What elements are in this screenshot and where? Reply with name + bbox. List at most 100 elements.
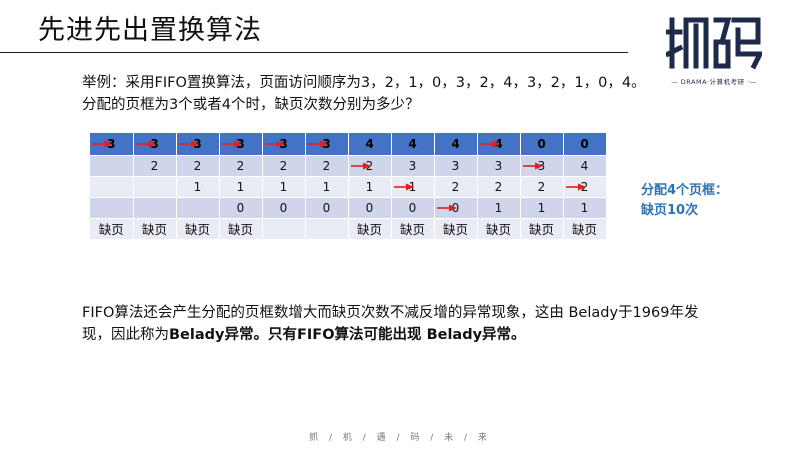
table-cell: 3 <box>305 133 349 156</box>
cell-value: 0 <box>580 136 589 151</box>
cell-value: 3 <box>408 158 417 173</box>
table-cell: 3 <box>219 133 263 156</box>
cell-value: 2 <box>494 179 503 194</box>
replace-arrow-icon <box>92 140 112 148</box>
cell-value: 2 <box>150 158 159 173</box>
table-cell <box>90 176 134 198</box>
frame-row-2: 2 2 2 2 2 2 3 3 3 3 4 <box>90 155 607 177</box>
cell-value: 2 <box>451 179 460 194</box>
logo-mark-icon <box>666 17 762 70</box>
table-cell: 1 <box>219 176 263 198</box>
side-note-line2: 缺页10次 <box>641 203 699 218</box>
cell-value: 2 <box>193 158 202 173</box>
table-cell: 3 <box>434 155 478 177</box>
cell-value: 缺页 <box>442 222 468 237</box>
cell-value: 2 <box>537 179 546 194</box>
question-text: 举例：采用FIFO置换算法，页面访问顺序为3，2，1，0，3，2，4，3，2，1… <box>82 75 646 113</box>
table-cell: 0 <box>305 197 349 219</box>
table-cell: 1 <box>563 197 607 219</box>
table-cell: 缺页 <box>434 218 478 240</box>
replace-arrow-icon <box>350 162 371 169</box>
cell-value: 0 <box>236 200 245 215</box>
page-fault-row: 缺页 缺页 缺页 缺页 缺页 缺页 缺页 缺页 缺页 缺页 <box>90 218 607 240</box>
side-note: 分配4个页框： 缺页10次 <box>641 181 728 221</box>
cell-value: 缺页 <box>141 222 167 237</box>
cell-value: 1 <box>279 179 288 194</box>
table-cell: 4 <box>434 133 478 156</box>
table-cell: 缺页 <box>391 218 435 240</box>
table-cell: 1 <box>391 176 435 198</box>
description-bold2: 只有FIFO算法可能出现 Belady异常。 <box>267 327 526 343</box>
table-cell: 0 <box>391 197 435 219</box>
footer: 抓 / 机 / 遇 / 码 / 未 / 来 <box>309 433 491 443</box>
cell-value: 2 <box>236 158 245 173</box>
table-cell: 1 <box>477 197 521 219</box>
replace-arrow-icon <box>178 140 199 148</box>
table-cell: 缺页 <box>90 218 134 240</box>
cell-value: 1 <box>494 200 503 215</box>
table-cell <box>90 155 134 177</box>
table-cell <box>90 197 134 219</box>
table-cell: 缺页 <box>477 218 521 240</box>
table-cell: 2 <box>477 176 521 198</box>
cell-value: 缺页 <box>571 222 597 237</box>
table-cell: 1 <box>305 176 349 198</box>
replace-arrow-icon <box>522 162 543 169</box>
cell-value: 1 <box>193 179 202 194</box>
table-cell: 缺页 <box>520 218 564 240</box>
cell-value: 1 <box>322 179 331 194</box>
replace-arrow-icon <box>264 140 285 148</box>
table-cell: 2 <box>305 155 349 177</box>
table-cell: 缺页 <box>348 218 392 240</box>
table-cell: 3 <box>90 133 134 156</box>
cell-value: 1 <box>236 179 245 194</box>
cell-value: 0 <box>537 136 546 151</box>
cell-value: 1 <box>537 200 546 215</box>
table-cell: 4 <box>391 133 435 156</box>
replace-arrow-icon <box>565 183 586 190</box>
table-cell: 缺页 <box>219 218 263 240</box>
cell-value: 0 <box>408 200 417 215</box>
logo: — DRAMA·计算机考研 ·— <box>658 12 770 90</box>
table-cell: 缺页 <box>133 218 177 240</box>
table-cell: 缺页 <box>563 218 607 240</box>
frame-row-3: 1 1 1 1 1 1 2 2 2 2 <box>90 176 607 198</box>
cell-value: 缺页 <box>184 222 210 237</box>
replace-arrow-icon <box>135 140 156 148</box>
table-cell: 3 <box>176 133 220 156</box>
table-cell: 1 <box>348 176 392 198</box>
cell-value: 缺页 <box>356 222 382 237</box>
cell-value: 4 <box>451 136 460 151</box>
table-cell: 0 <box>520 133 564 156</box>
page-frame-table: 3333334444002222223333411111122220000001… <box>90 133 607 240</box>
table-cell: 2 <box>563 176 607 198</box>
table-cell: 2 <box>520 176 564 198</box>
frame-row-4: 0 0 0 0 0 0 1 1 1 <box>90 197 607 219</box>
table-cell: 0 <box>348 197 392 219</box>
table-cell: 2 <box>434 176 478 198</box>
table-cell: 3 <box>133 133 177 156</box>
table-cell: 0 <box>434 197 478 219</box>
table-cell <box>176 197 220 219</box>
replace-arrow-icon <box>221 140 242 148</box>
cell-value: 缺页 <box>485 222 511 237</box>
description-bold1: Belady异常。 <box>169 327 268 343</box>
table-cell: 3 <box>520 155 564 177</box>
title-divider <box>0 52 628 53</box>
table-cell: 2 <box>219 155 263 177</box>
page-title: 先进先出置换算法 <box>38 15 262 46</box>
table-cell: 1 <box>176 176 220 198</box>
cell-value: 缺页 <box>227 222 253 237</box>
side-note-line1: 分配4个页框： <box>641 183 729 198</box>
replace-arrow-icon <box>307 140 328 148</box>
table-cell <box>133 197 177 219</box>
cell-value: 缺页 <box>399 222 425 237</box>
table-cell <box>262 218 306 240</box>
table-cell: 4 <box>348 133 392 156</box>
description-text: FIFO算法还会产生分配的页框数增大而缺页次数不减反增的异常现象，这由 Bela… <box>82 302 702 346</box>
cell-value: 0 <box>279 200 288 215</box>
cell-value: 4 <box>365 136 374 151</box>
table-cell: 2 <box>348 155 392 177</box>
cell-value: 4 <box>580 158 589 173</box>
table-cell: 3 <box>477 155 521 177</box>
